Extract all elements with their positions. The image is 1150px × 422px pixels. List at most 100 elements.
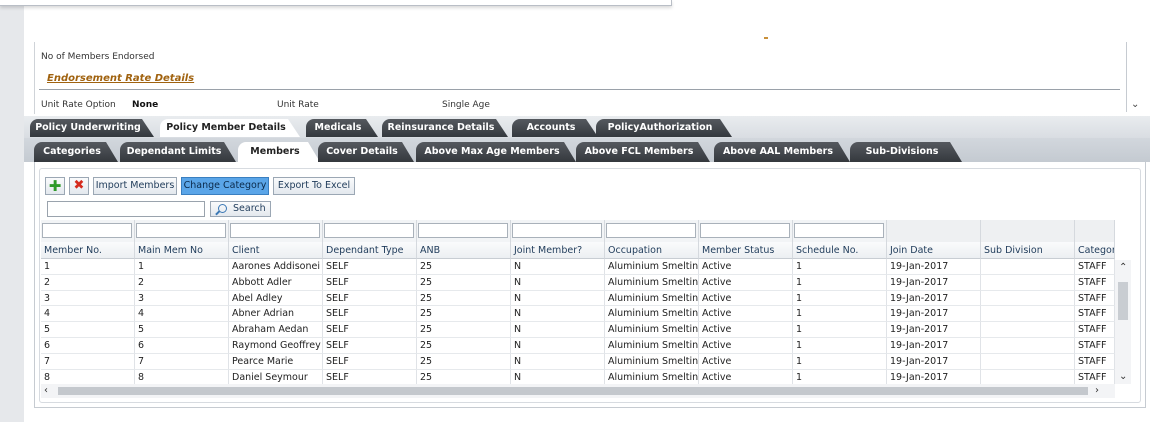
cell-anb: 25 <box>417 338 511 354</box>
cell-member-no: 1 <box>41 259 135 275</box>
cell-client: Abel Adley <box>229 290 323 307</box>
add-member-button[interactable]: ✚ <box>45 177 65 195</box>
filter-cell-schedule-no <box>793 220 887 242</box>
accent-mark <box>764 37 768 39</box>
tab-accounts[interactable]: Accounts <box>512 119 598 137</box>
tab-policy-member-details[interactable]: Policy Member Details <box>160 119 300 137</box>
horizontal-scroll-thumb[interactable] <box>58 387 1088 395</box>
tab-medicals[interactable]: Medicals <box>306 119 378 137</box>
filter-input-dependant-type[interactable] <box>324 223 414 238</box>
cell-joint-member: N <box>511 338 605 354</box>
export-to-excel-button[interactable]: Export To Excel <box>273 177 355 195</box>
unit-rate-option-label: Unit Rate Option <box>41 100 116 110</box>
column-header-occupation[interactable]: Occupation <box>605 242 699 259</box>
cell-schedule-no: 1 <box>793 306 887 323</box>
x-icon: ✖ <box>73 178 85 193</box>
tab-members[interactable]: Members <box>238 142 320 162</box>
table-vertical-scrollbar[interactable]: ⌃ ⌄ <box>1115 260 1131 384</box>
chevron-down-icon[interactable]: ⌄ <box>1119 371 1127 382</box>
filter-cell-anb <box>417 220 511 242</box>
column-header-main-mem-no[interactable]: Main Mem No <box>135 242 229 259</box>
chevron-down-icon[interactable]: ⌄ <box>1131 99 1139 110</box>
search-input[interactable] <box>47 201 205 217</box>
cell-categor: STAFF <box>1075 306 1115 323</box>
cell-join-date: 19-Jan-2017 <box>887 290 981 307</box>
cell-occupation: Aluminium Smelting <box>605 338 699 354</box>
cell-dependant-type: SELF <box>323 290 417 307</box>
vertical-scroll-thumb[interactable] <box>1118 282 1128 320</box>
column-header-joint-member[interactable]: Joint Member? <box>511 242 605 259</box>
filter-input-member-status[interactable] <box>700 223 790 238</box>
cell-sub-division <box>981 290 1075 307</box>
cell-dependant-type: SELF <box>323 306 417 323</box>
chevron-left-icon[interactable]: ‹ <box>44 384 48 398</box>
cell-occupation: Aluminium Smelting <box>605 259 699 275</box>
cell-join-date: 19-Jan-2017 <box>887 274 981 291</box>
cell-main-mem-no: 2 <box>135 274 229 291</box>
tab-sub-divisions[interactable]: Sub-Divisions <box>850 142 962 162</box>
tab-reinsurance-details[interactable]: Reinsurance Details <box>382 119 508 137</box>
tab-above-fcl-members[interactable]: Above FCL Members <box>576 142 710 162</box>
delete-member-button[interactable]: ✖ <box>69 177 89 195</box>
filter-cell-member-no <box>41 220 135 242</box>
cell-member-no: 2 <box>41 274 135 291</box>
main-tab-bar: Policy Underwriting Policy Member Detail… <box>24 116 1150 138</box>
tab-dependant-limits[interactable]: Dependant Limits <box>120 142 236 162</box>
endorsement-rate-details-link[interactable]: Endorsement Rate Details <box>47 73 194 84</box>
tab-policy-underwriting[interactable]: Policy Underwriting <box>30 119 154 137</box>
cell-main-mem-no: 4 <box>135 306 229 323</box>
popup-edge <box>0 0 672 6</box>
filter-cell-occupation <box>605 220 699 242</box>
column-header-member-no[interactable]: Member No. <box>41 242 135 259</box>
column-header-categor[interactable]: Categor <box>1075 242 1115 259</box>
tab-cover-details[interactable]: Cover Details <box>318 142 414 162</box>
summary-scrollbar[interactable]: ⌄ <box>1126 42 1146 112</box>
chevron-up-icon[interactable]: ⌃ <box>1119 262 1127 273</box>
filter-cell-dependant-type <box>323 220 417 242</box>
filter-input-client[interactable] <box>230 223 320 238</box>
cell-main-mem-no: 1 <box>135 259 229 275</box>
filter-input-anb[interactable] <box>418 223 508 238</box>
column-header-anb[interactable]: ANB <box>417 242 511 259</box>
cell-dependant-type: SELF <box>323 274 417 291</box>
cell-join-date: 19-Jan-2017 <box>887 369 981 384</box>
tab-above-max-age-members[interactable]: Above Max Age Members <box>416 142 576 162</box>
filter-input-schedule-no[interactable] <box>794 223 884 238</box>
column-header-schedule-no[interactable]: Schedule No. <box>793 242 887 259</box>
cell-main-mem-no: 6 <box>135 338 229 354</box>
cell-join-date: 19-Jan-2017 <box>887 259 981 275</box>
cell-client: Raymond Geoffrey <box>229 338 323 354</box>
cell-anb: 25 <box>417 274 511 291</box>
cell-member-no: 8 <box>41 369 135 384</box>
tab-policy-authorization[interactable]: PolicyAuthorization <box>596 119 732 137</box>
cell-member-status: Active <box>699 353 793 370</box>
tab-above-aal-members[interactable]: Above AAL Members <box>714 142 850 162</box>
column-header-join-date[interactable]: Join Date <box>887 242 981 259</box>
cell-member-status: Active <box>699 322 793 338</box>
filter-input-occupation[interactable] <box>606 223 696 238</box>
change-category-button[interactable]: Change Category <box>181 177 269 195</box>
filter-input-member-no[interactable] <box>42 223 132 238</box>
column-header-client[interactable]: Client <box>229 242 323 259</box>
column-header-member-status[interactable]: Member Status <box>699 242 793 259</box>
cell-occupation: Aluminium Smelting <box>605 274 699 291</box>
cell-schedule-no: 1 <box>793 338 887 354</box>
cell-joint-member: N <box>511 322 605 338</box>
import-members-button[interactable]: Import Members <box>93 177 177 195</box>
column-header-sub-division[interactable]: Sub Division <box>981 242 1075 259</box>
tab-categories[interactable]: Categories <box>34 142 118 162</box>
cell-member-status: Active <box>699 259 793 275</box>
search-button[interactable]: Search <box>210 201 271 217</box>
cell-member-no: 7 <box>41 353 135 370</box>
cell-dependant-type: SELF <box>323 259 417 275</box>
filter-input-main-mem-no[interactable] <box>136 223 226 238</box>
table-horizontal-scrollbar[interactable]: ‹ › <box>41 384 1115 398</box>
magnifier-icon <box>218 204 227 213</box>
filter-cell-categor <box>1075 220 1115 242</box>
cell-anb: 25 <box>417 290 511 307</box>
column-header-dependant-type[interactable]: Dependant Type <box>323 242 417 259</box>
cell-categor: STAFF <box>1075 353 1115 370</box>
filter-input-joint-member[interactable] <box>512 223 602 238</box>
cell-schedule-no: 1 <box>793 369 887 384</box>
chevron-right-icon[interactable]: › <box>1095 384 1099 398</box>
